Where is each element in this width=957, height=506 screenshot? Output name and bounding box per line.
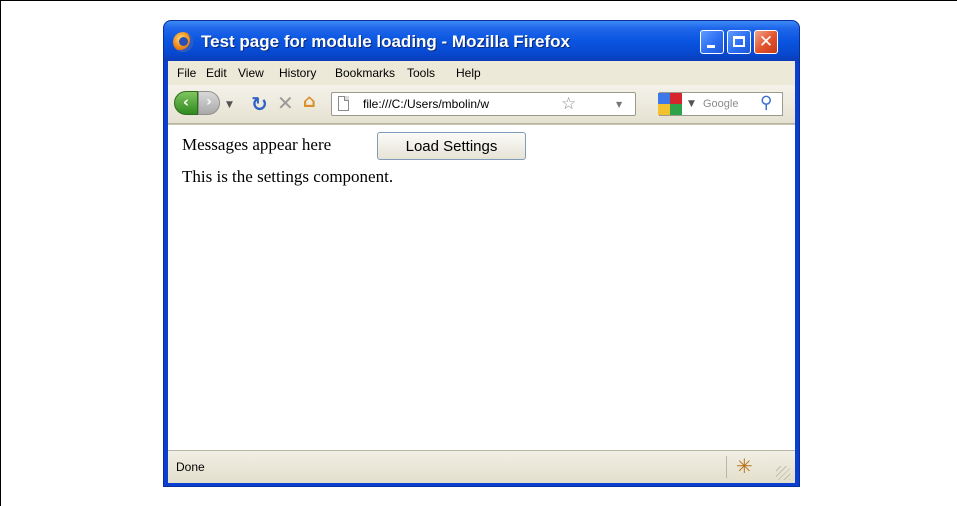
figure-border-top xyxy=(0,0,957,1)
search-input[interactable]: Google xyxy=(703,98,738,110)
firebug-icon[interactable]: ✳ xyxy=(736,454,753,478)
page-icon xyxy=(338,96,349,111)
firefox-logo-icon[interactable] xyxy=(173,32,193,52)
search-engine-icon[interactable] xyxy=(658,93,682,115)
close-button[interactable]: ✕ xyxy=(754,30,778,54)
minimize-icon xyxy=(707,45,715,48)
resize-grip-icon[interactable] xyxy=(776,466,790,480)
url-text[interactable]: file:///C:/Users/mbolin/w xyxy=(363,97,549,111)
menu-view[interactable]: View xyxy=(238,66,264,80)
url-dropdown-icon[interactable]: ▼ xyxy=(616,100,622,109)
menu-help[interactable]: Help xyxy=(456,66,481,80)
navigation-toolbar: ‹ › ▼ ↻ ✕ ⌂ file:///C:/Users/mbolin/w ☆ … xyxy=(168,85,795,124)
close-icon: ✕ xyxy=(758,32,774,52)
page-content: Messages appear here Load Settings This … xyxy=(168,124,795,450)
search-engine-dropdown-icon[interactable]: ▼ xyxy=(688,99,695,109)
status-text: Done xyxy=(176,460,205,474)
reload-icon[interactable]: ↻ xyxy=(251,94,268,114)
history-dropdown-icon[interactable]: ▼ xyxy=(226,100,233,110)
maximize-button[interactable] xyxy=(727,30,751,54)
menu-bookmarks[interactable]: Bookmarks xyxy=(335,66,395,80)
maximize-icon xyxy=(733,36,745,47)
forward-icon[interactable]: › xyxy=(198,91,220,115)
home-icon[interactable]: ⌂ xyxy=(303,93,316,111)
url-bar[interactable]: file:///C:/Users/mbolin/w ☆ ▼ xyxy=(331,92,636,116)
title-bar[interactable]: Test page for module loading - Mozilla F… xyxy=(164,21,799,61)
status-separator xyxy=(726,456,727,478)
browser-window: Test page for module loading - Mozilla F… xyxy=(164,21,799,486)
status-bar: Done ✳ xyxy=(168,450,795,483)
bookmark-star-icon[interactable]: ☆ xyxy=(561,94,576,114)
search-icon[interactable]: ⚲ xyxy=(760,93,772,113)
menu-tools[interactable]: Tools xyxy=(407,66,435,80)
minimize-button[interactable] xyxy=(700,30,724,54)
settings-component-text: This is the settings component. xyxy=(182,167,394,186)
window-title: Test page for module loading - Mozilla F… xyxy=(201,32,570,51)
messages-text: Messages appear here xyxy=(182,135,332,154)
stop-icon[interactable]: ✕ xyxy=(277,93,294,113)
load-settings-button[interactable]: Load Settings xyxy=(377,132,526,160)
menu-history[interactable]: History xyxy=(279,66,316,80)
menu-edit[interactable]: Edit xyxy=(206,66,227,80)
figure-border-left xyxy=(0,0,1,506)
menu-bar: File Edit View History Bookmarks Tools H… xyxy=(168,61,795,85)
menu-file[interactable]: File xyxy=(177,66,196,80)
back-icon[interactable]: ‹ xyxy=(174,91,198,115)
browser-chrome: File Edit View History Bookmarks Tools H… xyxy=(168,61,795,483)
